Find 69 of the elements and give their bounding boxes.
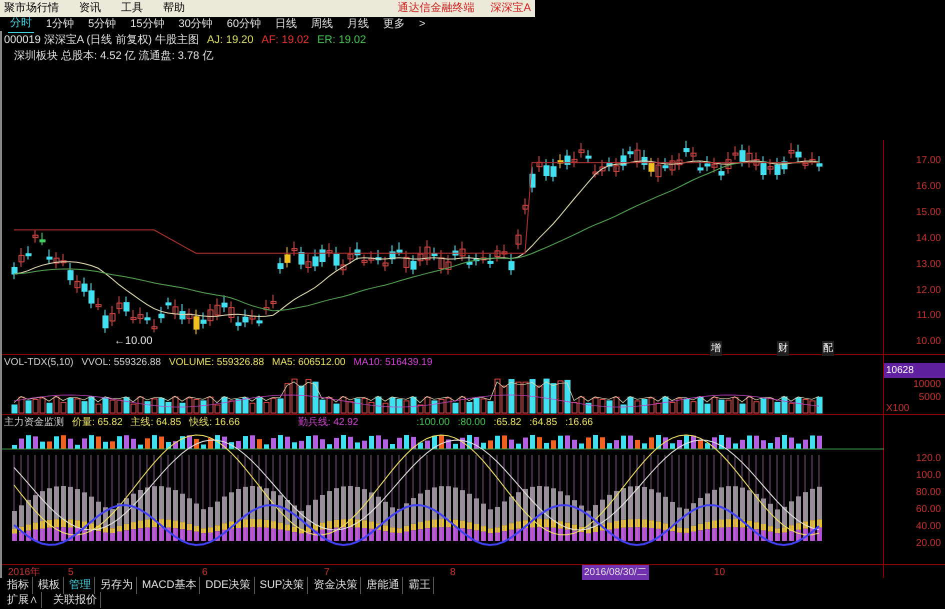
template-tab[interactable]: 另存为 <box>97 577 137 594</box>
axis-unit: X100 <box>886 402 910 416</box>
axis-label: 14.00 <box>916 232 941 246</box>
axis-label: 10.00 <box>916 335 941 350</box>
template-tab[interactable]: SUP决策 <box>256 577 308 594</box>
axis-label: 6 <box>202 566 208 580</box>
template-tab[interactable]: DDE决策 <box>202 577 255 594</box>
period-tab[interactable]: 月线 <box>345 16 371 32</box>
axis-label: 11.00 <box>916 309 941 324</box>
legend-text: MA5: 606512.00 <box>272 356 346 370</box>
period-tab[interactable]: 日线 <box>273 16 299 32</box>
event-marker: 财 <box>777 341 789 356</box>
indicator-reading: AF: 19.02 <box>261 33 310 48</box>
axis-label: 5 <box>68 566 74 579</box>
period-tab[interactable]: 60分钟 <box>224 16 263 32</box>
period-tab[interactable]: 周线 <box>309 16 335 32</box>
template-tab[interactable]: 唐能通 <box>363 577 404 594</box>
template-tab[interactable]: 指标 <box>4 577 33 594</box>
current-value-badge: 10628 <box>884 363 945 378</box>
indicator-reading: AJ: 19.20 <box>207 33 254 48</box>
period-tab[interactable]: 更多 <box>381 16 407 32</box>
menu-item[interactable]: 聚市场行情 <box>4 0 59 17</box>
axis-label: 80.00 <box>916 486 941 500</box>
axis-label: 10000 <box>913 378 941 392</box>
menu-item[interactable]: 通达信金融终端 <box>398 0 475 17</box>
low-price-label: ←10.00 <box>114 334 153 349</box>
board-info: 深圳板块 总股本: 4.52 亿 流通盘: 3.78 亿 <box>14 48 214 64</box>
axis-label: 40.00 <box>916 520 941 534</box>
template-tab[interactable]: 模板 <box>35 577 64 594</box>
axis-label: 12.00 <box>916 284 941 298</box>
period-tab[interactable]: 5分钟 <box>86 16 118 32</box>
axis-label: 13.00 <box>916 258 941 272</box>
axis-label: 2016年 <box>8 566 40 579</box>
axis-label: 20.00 <box>916 537 941 551</box>
indicator-reading: ER: 19.02 <box>317 33 366 48</box>
legend-text: 勤兵线: 42.92 <box>298 415 358 430</box>
axis-label: 120.0 <box>916 452 941 466</box>
legend-text: VVOL: 559326.88 <box>81 356 161 370</box>
axis-label: 5000 <box>918 391 941 405</box>
axis-label: 10 <box>714 566 726 580</box>
period-tab[interactable]: 分时 <box>8 15 34 33</box>
axis-label: 60.00 <box>916 503 941 517</box>
legend-text: MA10: 516439.19 <box>353 356 432 370</box>
axis-label: 100.0 <box>916 469 941 483</box>
period-tab[interactable]: 15分钟 <box>128 16 166 32</box>
legend-text: VOLUME: 559326.88 <box>168 356 264 370</box>
legend-text: VOL-TDX(5,10) <box>4 356 74 370</box>
axis-label: 15.00 <box>916 206 941 220</box>
template-tab[interactable]: 霸王 <box>405 577 434 594</box>
template-tab[interactable]: 资金决策 <box>310 577 362 594</box>
event-marker: 增 <box>710 341 722 356</box>
axis-label: 8 <box>450 566 456 580</box>
panel-link[interactable]: 关联报价 <box>50 592 101 608</box>
template-tab[interactable]: 管理 <box>66 577 95 594</box>
period-tab[interactable]: 1分钟 <box>44 16 76 32</box>
menu-item[interactable]: 深深宝A <box>490 0 531 17</box>
period-tab[interactable]: > <box>417 16 428 32</box>
menu-item[interactable]: 工具 <box>121 0 143 17</box>
axis-label: 17.00 <box>916 154 941 168</box>
template-tab[interactable]: MACD基本 <box>139 577 200 594</box>
axis-label: 7 <box>324 566 330 579</box>
event-marker: 配 <box>822 341 834 356</box>
stock-title: 000019 深深宝A (日线 前复权) 牛股主图 <box>4 32 199 48</box>
menu-item[interactable]: 资讯 <box>79 0 101 17</box>
menu-item[interactable]: 帮助 <box>163 0 185 17</box>
panel-link[interactable]: 扩展∧ <box>4 592 42 608</box>
axis-label: 16.00 <box>916 180 941 194</box>
cursor-date-label: 2016/08/30/二 <box>582 565 649 580</box>
period-tab[interactable]: 30分钟 <box>176 16 215 32</box>
